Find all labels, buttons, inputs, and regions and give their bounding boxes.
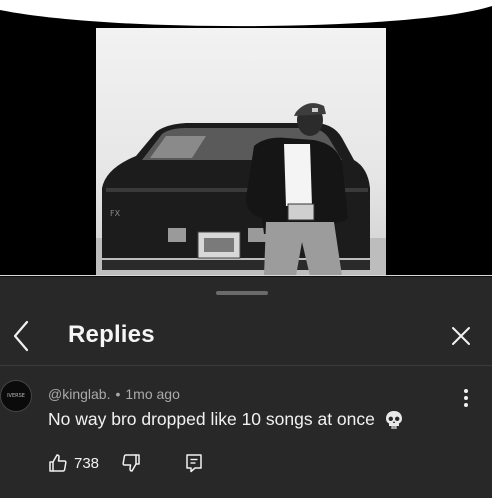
app-root: FX Replies IVERSE @kinglab. • 1mo ago No… (0, 0, 492, 498)
video-image: FX (96, 103, 386, 276)
close-button[interactable] (444, 319, 478, 353)
meta-separator: • (115, 386, 121, 402)
avatar[interactable]: IVERSE (0, 380, 32, 412)
reply-button[interactable] (185, 453, 203, 473)
like-count: 738 (74, 454, 100, 472)
like-button[interactable]: 738 (48, 453, 99, 473)
comment-meta: @kinglab. • 1mo ago (48, 386, 180, 402)
chevron-left-icon (13, 320, 29, 352)
page-title: Replies (68, 321, 155, 348)
comment-item: IVERSE @kinglab. • 1mo ago No way bro drop… (0, 366, 492, 498)
video-player[interactable]: FX (0, 0, 492, 276)
drag-handle[interactable] (216, 291, 268, 295)
video-progress-line (0, 275, 492, 276)
close-icon (452, 327, 470, 345)
replies-panel: Replies IVERSE @kinglab. • 1mo ago No wa… (0, 277, 492, 498)
replies-header: Replies (0, 307, 492, 365)
thumbs-down-icon (122, 454, 140, 472)
comment-actions: 738 (48, 453, 203, 473)
avatar-label: IVERSE (7, 393, 25, 399)
car-badge: FX (110, 209, 121, 218)
back-button[interactable] (6, 316, 36, 356)
more-options-button[interactable] (456, 386, 476, 410)
more-vertical-icon (464, 389, 468, 407)
video-frame: FX (96, 28, 386, 276)
comment-body: No way bro dropped like 10 songs at once (48, 409, 404, 430)
comment-author[interactable]: @kinglab. (48, 386, 110, 402)
reply-icon (186, 454, 202, 473)
dislike-button[interactable] (121, 453, 141, 473)
comment-text: No way bro dropped like 10 songs at once (48, 409, 375, 429)
comment-time: 1mo ago (125, 386, 180, 402)
thumbs-up-icon (49, 454, 67, 472)
skull-icon (385, 410, 402, 429)
